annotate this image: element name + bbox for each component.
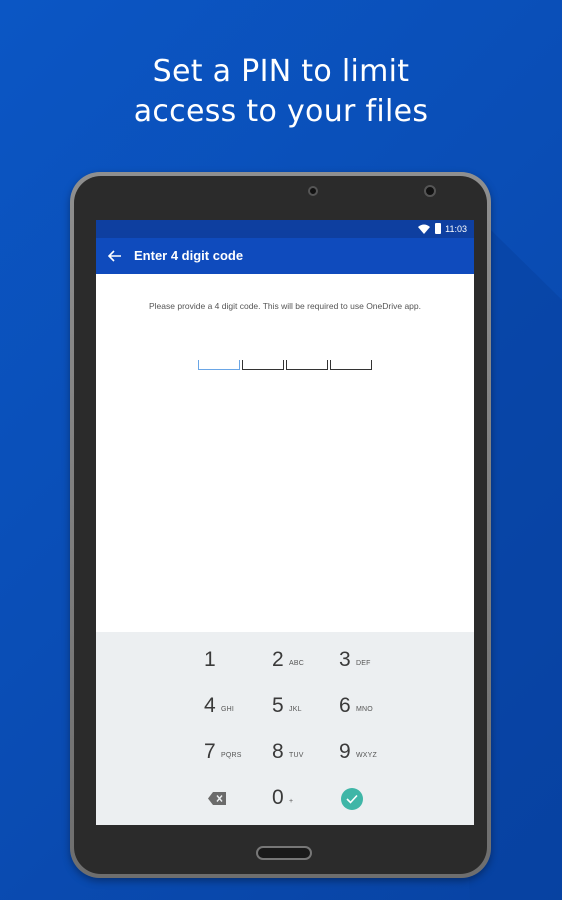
numeric-keypad: 1 2 ABC 3 DEF 4 GHI 5 JKL 6 MNO 7 PQRS 8… — [96, 632, 474, 825]
tablet-bezel: 11:03 Enter 4 digit code Please provide … — [74, 176, 487, 874]
page-title: Enter 4 digit code — [134, 248, 244, 263]
key-letters: GHI — [221, 706, 235, 713]
key-2[interactable]: 2 ABC — [272, 644, 336, 680]
key-digit: 6 — [339, 694, 351, 717]
pin-slot-1[interactable] — [198, 360, 240, 370]
arrow-left-icon[interactable] — [108, 249, 122, 263]
headline: Set a PIN to limit access to your files — [0, 52, 562, 132]
key-digit: 3 — [339, 648, 351, 671]
backspace-icon[interactable] — [208, 792, 226, 805]
key-letters: DEF — [356, 660, 371, 667]
check-circle-icon[interactable] — [341, 788, 363, 810]
device-screen: 11:03 Enter 4 digit code Please provide … — [96, 220, 474, 825]
key-8[interactable]: 8 TUV — [272, 736, 336, 772]
key-1[interactable]: 1 — [204, 644, 268, 680]
key-0[interactable]: 0 + — [272, 782, 336, 818]
pin-input[interactable] — [198, 360, 374, 374]
key-letters: MNO — [356, 706, 373, 713]
sensor — [424, 185, 436, 197]
wifi-icon — [418, 224, 430, 234]
key-digit: 8 — [272, 740, 284, 763]
key-3[interactable]: 3 DEF — [339, 644, 403, 680]
key-letters: WXYZ — [356, 752, 378, 759]
pin-slot-3[interactable] — [286, 360, 328, 370]
key-4[interactable]: 4 GHI — [204, 690, 268, 726]
app-bar: Enter 4 digit code — [96, 238, 474, 274]
key-digit: 9 — [339, 740, 351, 763]
pin-slot-2[interactable] — [242, 360, 284, 370]
key-digit: 7 — [204, 740, 216, 763]
instruction-text: Please provide a 4 digit code. This will… — [149, 301, 421, 311]
tablet-device: 11:03 Enter 4 digit code Please provide … — [70, 172, 491, 878]
key-digit: 4 — [204, 694, 216, 717]
key-letters: TUV — [289, 752, 304, 759]
key-letters: + — [289, 798, 294, 805]
headline-line-1: Set a PIN to limit — [152, 54, 410, 89]
battery-icon — [435, 223, 441, 234]
check-icon — [346, 794, 358, 804]
key-7[interactable]: 7 PQRS — [204, 736, 268, 772]
key-letters: ABC — [289, 660, 304, 667]
key-digit: 5 — [272, 694, 284, 717]
headline-line-2: access to your files — [133, 94, 429, 129]
status-bar: 11:03 — [96, 220, 474, 238]
key-letters: PQRS — [221, 752, 242, 759]
key-5[interactable]: 5 JKL — [272, 690, 336, 726]
key-digit: 2 — [272, 648, 284, 671]
key-9[interactable]: 9 WXYZ — [339, 736, 403, 772]
home-button[interactable] — [256, 846, 312, 860]
pin-slot-4[interactable] — [330, 360, 372, 370]
front-camera — [308, 186, 318, 196]
key-letters: JKL — [289, 706, 302, 713]
key-digit: 0 — [272, 786, 284, 809]
key-6[interactable]: 6 MNO — [339, 690, 403, 726]
key-digit: 1 — [204, 648, 216, 671]
status-time: 11:03 — [445, 224, 467, 234]
